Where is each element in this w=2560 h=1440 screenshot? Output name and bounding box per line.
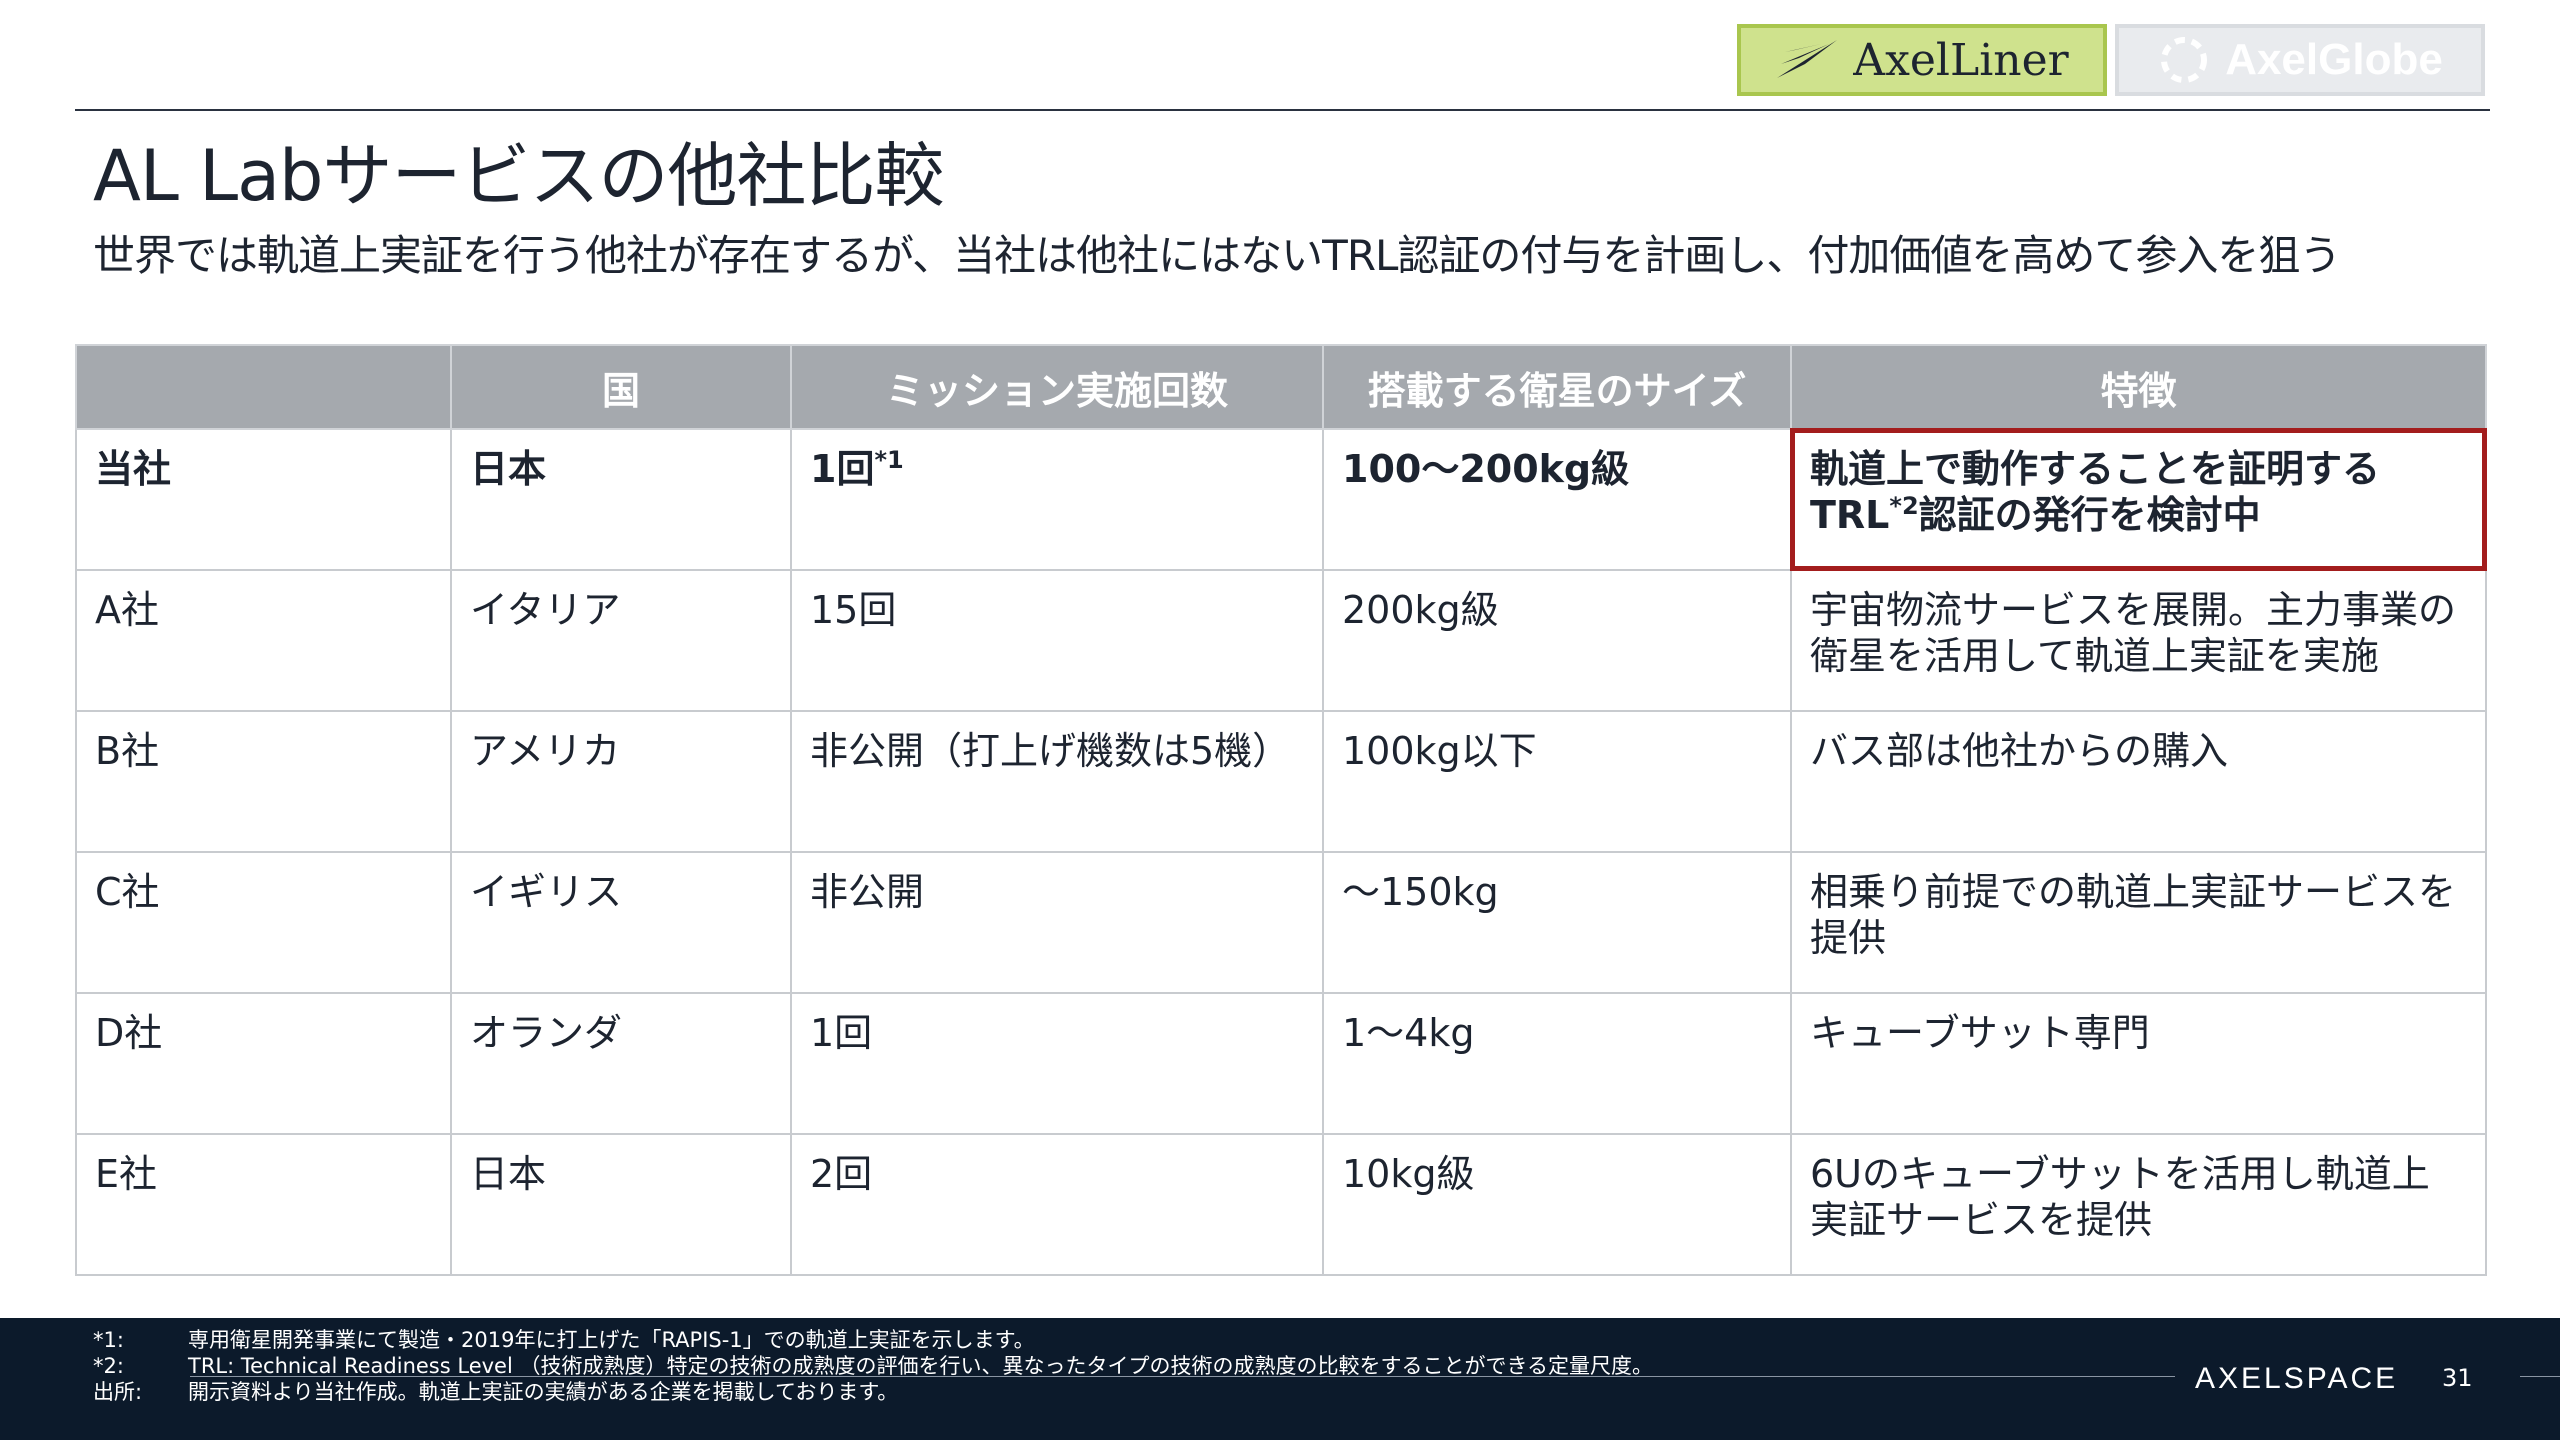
tab-axelliner-label: AxelLiner xyxy=(1853,34,2069,86)
header-missions: ミッション実施回数 xyxy=(790,344,1324,430)
cell-company: E社 xyxy=(75,1133,452,1276)
cell-size: 200kg級 xyxy=(1322,569,1792,712)
cell-feature-highlighted: 軌道上で動作することを証明する TRL*2認証の発行を検討中 xyxy=(1790,428,2487,571)
footnote-ref-1: *1 xyxy=(874,446,904,474)
cell-size: 100〜200kg級 xyxy=(1322,428,1792,571)
axelliner-logo-icon xyxy=(1775,38,1839,82)
cell-missions: 非公開（打上げ機数は5機） xyxy=(790,710,1324,853)
header-country: 国 xyxy=(450,344,792,430)
axelspace-logo: AXELSPACE xyxy=(2195,1362,2399,1395)
footnote-mark: *2: xyxy=(93,1354,124,1378)
cell-missions: 2回 xyxy=(790,1133,1324,1276)
footnote-text: TRL: Technical Readiness Level （技術成熟度）特定… xyxy=(188,1354,1654,1378)
page-number: 31 xyxy=(2442,1364,2473,1392)
cell-company: D社 xyxy=(75,992,452,1135)
cell-missions: 非公開 xyxy=(790,851,1324,994)
page-subtitle: 世界では軌道上実証を行う他社が存在するが、当社は他社にはないTRL認証の付与を計… xyxy=(93,231,2341,280)
cell-missions: 1回*1 xyxy=(790,428,1324,571)
table-row: E社 日本 2回 10kg級 6Uのキューブサットを活用し軌道上実証サービスを提… xyxy=(75,1133,2487,1276)
cell-size: 〜150kg xyxy=(1322,851,1792,994)
header-features: 特徴 xyxy=(1790,344,2487,430)
cell-company: B社 xyxy=(75,710,452,853)
footnote-ref-2: *2 xyxy=(1889,492,1919,520)
cell-company: 当社 xyxy=(75,428,452,571)
cell-company: A社 xyxy=(75,569,452,712)
cell-feature: バス部は他社からの購入 xyxy=(1790,710,2487,853)
cell-feature: 宇宙物流サービスを展開。主力事業の衛星を活用して軌道上実証を実施 xyxy=(1790,569,2487,712)
table-row: C社 イギリス 非公開 〜150kg 相乗り前提での軌道上実証サービスを提供 xyxy=(75,851,2487,994)
cell-company: C社 xyxy=(75,851,452,994)
table-row: A社 イタリア 15回 200kg級 宇宙物流サービスを展開。主力事業の衛星を活… xyxy=(75,569,2487,712)
footnote-mark: 出所: xyxy=(93,1380,143,1404)
cell-country: 日本 xyxy=(450,428,792,571)
table-row: B社 アメリカ 非公開（打上げ機数は5機） 100kg以下 バス部は他社からの購… xyxy=(75,710,2487,853)
header-satellite-size: 搭載する衛星のサイズ xyxy=(1322,344,1792,430)
footnote-source: 出所: 開示資料より当社作成。軌道上実証の実績がある企業を掲載しております。 xyxy=(93,1380,898,1404)
cell-country: イタリア xyxy=(450,569,792,712)
cell-country: イギリス xyxy=(450,851,792,994)
cell-feature: 6Uのキューブサットを活用し軌道上実証サービスを提供 xyxy=(1790,1133,2487,1276)
feature-line-1: 軌道上で動作することを証明する xyxy=(1810,447,2381,491)
footnote-1: *1: 専用衛星開発事業にて製造・2019年に打上げた「RAPIS-1」での軌道上… xyxy=(93,1328,1035,1352)
header-divider xyxy=(75,109,2490,111)
feature-line-2: TRL*2認証の発行を検討中 xyxy=(1810,492,2467,538)
tab-axelglobe[interactable]: AxelGlobe xyxy=(2115,24,2485,96)
tab-axelglobe-label: AxelGlobe xyxy=(2225,35,2443,84)
footnote-2: *2: TRL: Technical Readiness Level （技術成熟度… xyxy=(93,1354,1653,1378)
footer-divider xyxy=(190,1376,2175,1377)
cell-country: オランダ xyxy=(450,992,792,1135)
comparison-table: 国 ミッション実施回数 搭載する衛星のサイズ 特徴 当社 日本 1回*1 100… xyxy=(75,344,2487,1276)
cell-country: 日本 xyxy=(450,1133,792,1276)
header-company xyxy=(75,344,452,430)
missions-value: 1回 xyxy=(810,447,875,491)
feature-rest: 認証の発行を検討中 xyxy=(1918,493,2261,537)
tab-axelliner[interactable]: AxelLiner xyxy=(1737,24,2107,96)
cell-size: 10kg級 xyxy=(1322,1133,1792,1276)
table-header-row: 国 ミッション実施回数 搭載する衛星のサイズ 特徴 xyxy=(75,344,2487,430)
cell-size: 1〜4kg xyxy=(1322,992,1792,1135)
brand-tabs: AxelLiner AxelGlobe xyxy=(1737,24,2485,96)
cell-feature: 相乗り前提での軌道上実証サービスを提供 xyxy=(1790,851,2487,994)
footnote-text: 開示資料より当社作成。軌道上実証の実績がある企業を掲載しております。 xyxy=(188,1380,899,1404)
cell-missions: 15回 xyxy=(790,569,1324,712)
table-row-ours: 当社 日本 1回*1 100〜200kg級 軌道上で動作することを証明する TRL… xyxy=(75,428,2487,571)
cell-missions: 1回 xyxy=(790,992,1324,1135)
footer-divider-end xyxy=(2520,1376,2560,1377)
feature-trl: TRL xyxy=(1810,493,1890,537)
table-row: D社 オランダ 1回 1〜4kg キューブサット専門 xyxy=(75,992,2487,1135)
axelglobe-logo-icon xyxy=(2157,33,2211,87)
page-title: AL Labサービスの他社比較 xyxy=(93,135,944,217)
cell-size: 100kg以下 xyxy=(1322,710,1792,853)
cell-feature: キューブサット専門 xyxy=(1790,992,2487,1135)
footnote-text: 専用衛星開発事業にて製造・2019年に打上げた「RAPIS-1」での軌道上実証を… xyxy=(188,1328,1035,1352)
cell-country: アメリカ xyxy=(450,710,792,853)
footnote-mark: *1: xyxy=(93,1328,124,1352)
footer: *1: 専用衛星開発事業にて製造・2019年に打上げた「RAPIS-1」での軌道上… xyxy=(0,1318,2560,1440)
